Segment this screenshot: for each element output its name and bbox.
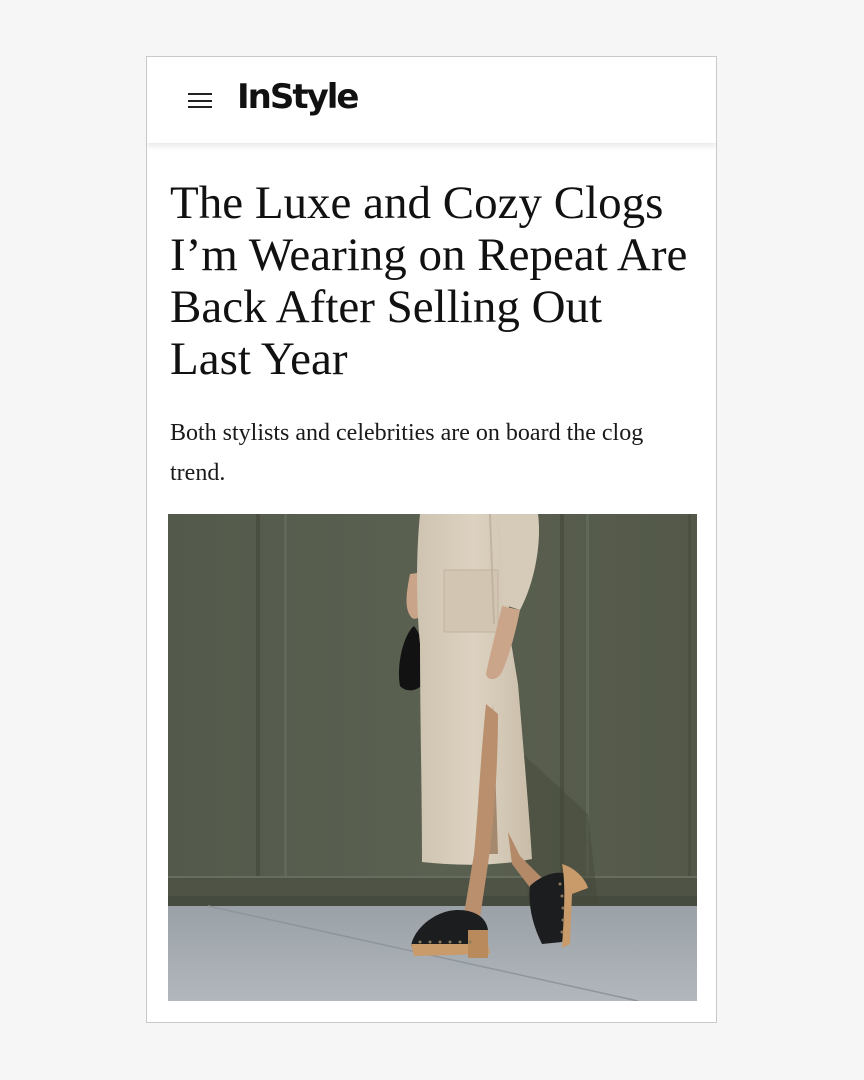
article-subheadline: Both stylists and celebrities are on boa… <box>170 420 644 486</box>
site-header: InStyle <box>147 57 716 143</box>
hero-image <box>168 514 697 1001</box>
article-headline: The Luxe and Cozy Clogs I’m Wearing on R… <box>170 177 688 385</box>
mobile-viewport: InStyle The Luxe and Cozy Clogs I’m Wear… <box>146 56 717 1023</box>
hamburger-menu-icon[interactable] <box>185 91 213 113</box>
site-logo[interactable]: InStyle <box>237 77 359 117</box>
